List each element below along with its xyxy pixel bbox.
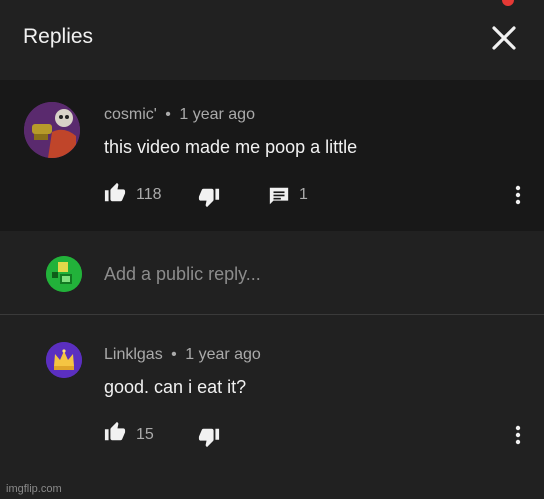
avatar-image [24, 102, 80, 158]
avatar [46, 256, 82, 292]
like-count: 15 [136, 426, 154, 443]
like-button[interactable] [104, 182, 126, 209]
thumbs-down-icon [198, 428, 220, 448]
more-options-button[interactable] [509, 424, 527, 451]
comment-text: good. can i eat it? [104, 377, 247, 397]
comment-icon [269, 187, 289, 205]
reply-comment: Linklgas • 1 year ago good. can i eat it… [0, 315, 544, 499]
dislike-button[interactable] [198, 186, 220, 213]
comment-author[interactable]: cosmic' [104, 106, 157, 123]
more-options-button[interactable] [509, 184, 527, 211]
comment-author[interactable]: Linklgas [104, 346, 163, 363]
close-icon [492, 26, 516, 50]
meta-separator: • [171, 346, 177, 363]
add-reply-row: Add a public reply... [0, 231, 544, 315]
avatar[interactable] [46, 342, 82, 378]
reply-count-button[interactable] [268, 185, 290, 212]
comment-meta: cosmic' • 1 year ago [104, 106, 255, 124]
comment-time[interactable]: 1 year ago [179, 106, 255, 123]
replies-header: Replies [0, 0, 544, 80]
reply-input[interactable]: Add a public reply... [104, 264, 261, 285]
notification-dot [502, 0, 514, 6]
parent-comment: cosmic' • 1 year ago this video made me … [0, 80, 544, 231]
page-title: Replies [23, 25, 94, 48]
like-button[interactable] [104, 421, 126, 448]
reply-count: 1 [299, 186, 308, 203]
crown-icon [46, 342, 82, 378]
close-button[interactable] [488, 22, 520, 54]
meta-separator: • [165, 106, 171, 123]
thumbs-up-icon [104, 421, 126, 441]
thumbs-up-icon [104, 182, 126, 202]
comment-time[interactable]: 1 year ago [185, 346, 261, 363]
avatar[interactable] [24, 102, 80, 158]
more-vert-icon [515, 185, 521, 205]
like-count: 118 [136, 186, 162, 203]
avatar-image [46, 256, 82, 292]
watermark: imgflip.com [6, 483, 62, 495]
dislike-button[interactable] [198, 426, 220, 453]
comment-meta: Linklgas • 1 year ago [104, 346, 261, 364]
thumbs-down-icon [198, 188, 220, 208]
more-vert-icon [515, 425, 521, 445]
comment-text: this video made me poop a little [104, 137, 358, 157]
